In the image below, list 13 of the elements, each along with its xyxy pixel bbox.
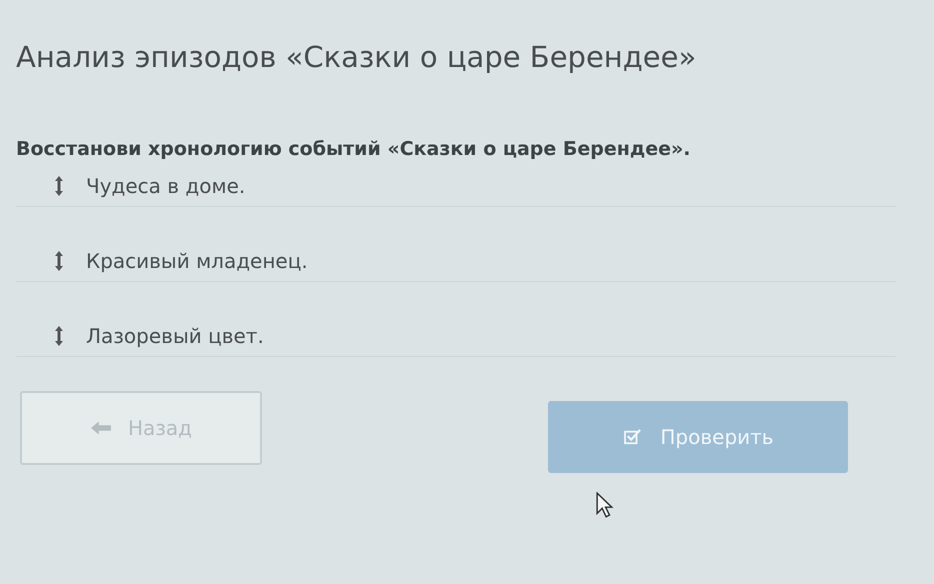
drag-handle-icon[interactable] xyxy=(54,250,64,272)
drag-handle-icon[interactable] xyxy=(54,175,64,197)
item-text: Чудеса в доме. xyxy=(86,174,246,198)
mouse-cursor-icon xyxy=(596,492,614,519)
sortable-item[interactable]: Лазоревый цвет. xyxy=(16,316,896,357)
left-arrow-icon xyxy=(90,420,112,436)
page-title: Анализ эпизодов «Сказки о царе Берендее» xyxy=(16,40,698,74)
sortable-item[interactable]: Чудеса в доме. xyxy=(16,166,896,207)
question-text: Восстанови хронологию событий «Сказки о царе Берендее». xyxy=(16,138,692,160)
drag-handle-icon[interactable] xyxy=(54,325,64,347)
item-text: Красивый младенец. xyxy=(86,249,308,273)
sortable-item[interactable]: Красивый младенец. xyxy=(16,241,896,282)
item-text: Лазоревый цвет. xyxy=(86,324,264,348)
